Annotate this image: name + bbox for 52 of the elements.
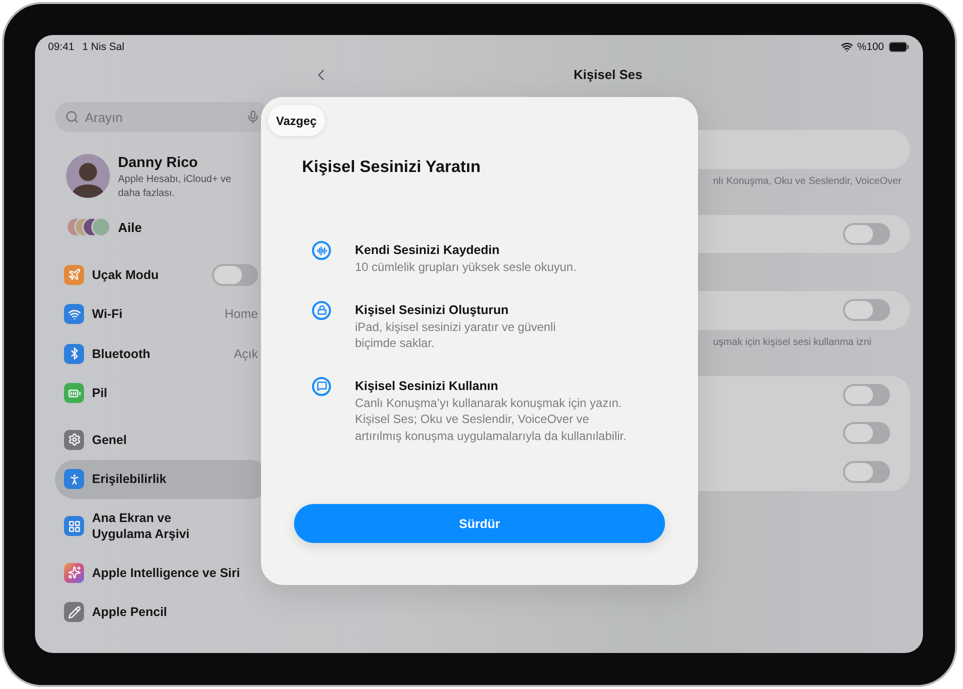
search-icon bbox=[65, 110, 79, 124]
speech-bubble-icon bbox=[312, 376, 331, 396]
toggle-switch[interactable] bbox=[212, 264, 258, 286]
grid-icon bbox=[64, 516, 84, 536]
microphone-icon[interactable] bbox=[246, 110, 260, 124]
sidebar-item[interactable]: Apple Pencil bbox=[55, 592, 270, 632]
section-footer: uşmak için kişisel sesi kullanma izni bbox=[713, 336, 910, 348]
battery-icon bbox=[64, 383, 84, 404]
sidebar-item[interactable]: Bluetooth Açık bbox=[55, 334, 270, 374]
step-title: Kişisel Sesinizi Kullanın bbox=[355, 378, 500, 394]
sidebar-item[interactable]: Wi-Fi Home bbox=[55, 294, 270, 334]
accessibility-icon bbox=[64, 469, 84, 490]
lock-icon bbox=[312, 300, 331, 320]
toggle-switch[interactable] bbox=[843, 299, 890, 322]
profile-subtitle: Apple Hesabı, iCloud+ ve daha fazlası. bbox=[118, 173, 232, 200]
sidebar-item[interactable]: Pil bbox=[55, 374, 270, 413]
bluetooth-icon bbox=[64, 344, 84, 364]
airplane-icon bbox=[64, 264, 84, 285]
status-date: 1 Nis Sal bbox=[82, 41, 124, 53]
modal-title: Kişisel Sesinizi Yaratın bbox=[302, 157, 482, 177]
battery-percentage: %100 bbox=[857, 41, 884, 53]
toggle-switch[interactable] bbox=[843, 422, 890, 444]
waveform-icon bbox=[312, 241, 331, 260]
sidebar-item[interactable]: Apple Intelligence ve Siri bbox=[55, 553, 270, 592]
sidebar-item[interactable]: Genel bbox=[55, 420, 270, 460]
status-time: 09:41 bbox=[48, 41, 74, 53]
battery-icon bbox=[889, 42, 909, 52]
avatar[interactable] bbox=[66, 154, 110, 198]
sidebar-item[interactable]: Ana Ekran ve Uygulama Arşivi bbox=[55, 499, 270, 553]
step-description: 10 cümlelik grupları yüksek sesle okuyun. bbox=[355, 259, 576, 276]
step-description: iPad, kişisel sesinizi yaratır ve güvenli biçimde saklar. bbox=[355, 318, 556, 352]
gear-icon bbox=[64, 430, 84, 450]
step-title: Kendi Sesinizi Kaydedin bbox=[355, 242, 500, 259]
section-footer: nlı Konuşma, Oku ve Seslendir, VoiceOver bbox=[713, 174, 910, 188]
item-value: Home bbox=[224, 307, 258, 322]
wifi-icon bbox=[64, 304, 84, 324]
search-placeholder: Arayın bbox=[85, 110, 124, 124]
item-value: Açık bbox=[234, 346, 258, 361]
toggle-switch[interactable] bbox=[843, 460, 890, 483]
toggle-switch[interactable] bbox=[843, 222, 890, 245]
pencil-icon bbox=[64, 602, 84, 622]
family-avatars-icon bbox=[66, 217, 112, 237]
toggle-switch[interactable] bbox=[843, 384, 890, 406]
profile-name[interactable]: Danny Rico bbox=[118, 155, 248, 171]
page-title: Kişisel Ses bbox=[574, 67, 642, 82]
family-label[interactable]: Aile bbox=[118, 220, 142, 234]
wifi-icon bbox=[841, 41, 854, 53]
step-description: Canlı Konuşma’yı kullanarak konuşmak için yazın. Kişisel Ses; Oku ve Seslendir, VoiceOver ve artırılmış konuşma uygulamalarıyla da kullanılabilir. bbox=[355, 394, 626, 444]
cancel-button[interactable]: Vazgeç bbox=[268, 105, 325, 136]
sidebar-item[interactable]: Uçak Modu bbox=[55, 255, 270, 294]
step-title: Kişisel Sesinizi Oluşturun bbox=[355, 302, 510, 318]
sparkles-icon bbox=[64, 562, 84, 583]
